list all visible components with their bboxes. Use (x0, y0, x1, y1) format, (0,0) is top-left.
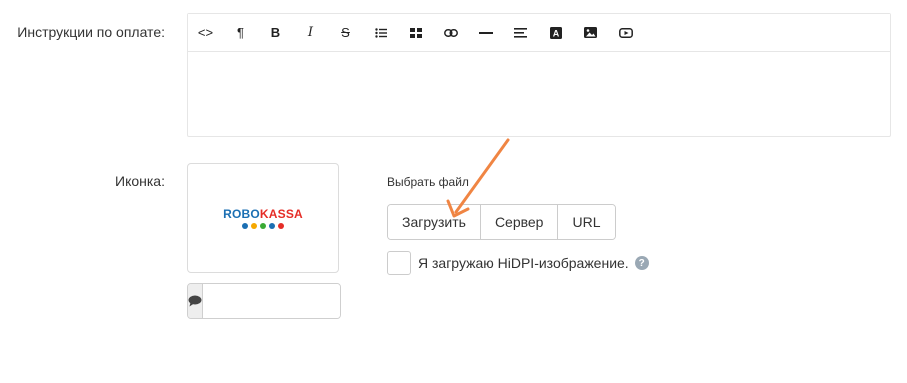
table-icon (409, 27, 422, 38)
video-button[interactable] (608, 14, 643, 51)
svg-text:A: A (552, 28, 559, 38)
font-color-icon: A (549, 26, 562, 39)
horizontal-rule-button[interactable] (468, 14, 503, 51)
logo-part-kassa: KASSA (259, 207, 303, 221)
paragraph-button[interactable]: ¶ (223, 14, 258, 51)
logo-part-robo: ROBO (223, 207, 260, 221)
payment-method-icon (278, 223, 284, 229)
file-source-button-group: Загрузить Сервер URL (387, 204, 616, 240)
server-button[interactable]: Сервер (480, 205, 559, 239)
icon-preview[interactable]: ROBOKASSA (187, 163, 339, 273)
help-icon[interactable]: ? (634, 256, 649, 270)
video-icon (618, 27, 633, 38)
payment-instructions-label: Инструкции по оплате: (17, 24, 165, 40)
icon-label: Иконка: (115, 173, 165, 189)
hidpi-label: Я загружаю HiDPI-изображение. (418, 255, 629, 271)
rich-text-editor: <> ¶ B I S A (187, 13, 891, 137)
choose-file-label: Выбрать файл (387, 175, 469, 189)
code-view-button[interactable]: <> (188, 14, 223, 51)
editor-content-area[interactable] (188, 52, 890, 136)
align-button[interactable] (503, 14, 538, 51)
link-button[interactable] (433, 14, 468, 51)
upload-button[interactable]: Загрузить (388, 205, 481, 239)
image-button[interactable] (573, 14, 608, 51)
payment-method-icon (242, 223, 248, 229)
list-icon (374, 27, 387, 38)
font-color-button[interactable]: A (538, 14, 573, 51)
payment-method-icon (260, 223, 266, 229)
url-button[interactable]: URL (558, 205, 615, 239)
bold-button[interactable]: B (258, 14, 293, 51)
image-icon (584, 27, 597, 38)
strikethrough-button[interactable]: S (328, 14, 363, 51)
table-button[interactable] (398, 14, 433, 51)
payment-methods-icons (242, 223, 284, 229)
icon-alt-input-group (187, 283, 341, 319)
horizontal-rule-icon (478, 31, 493, 34)
unordered-list-button[interactable] (363, 14, 398, 51)
payment-method-icon (251, 223, 257, 229)
link-icon (443, 28, 458, 37)
icon-alt-text-input[interactable] (203, 284, 340, 318)
italic-button[interactable]: I (293, 14, 328, 51)
editor-toolbar: <> ¶ B I S A (188, 14, 890, 52)
hidpi-checkbox[interactable] (387, 251, 411, 275)
align-left-icon (514, 27, 527, 38)
robokassa-logo: ROBOKASSA (223, 207, 303, 221)
payment-method-icon (269, 223, 275, 229)
comment-icon (188, 284, 203, 318)
hidpi-row: Я загружаю HiDPI-изображение. ? (387, 251, 649, 275)
